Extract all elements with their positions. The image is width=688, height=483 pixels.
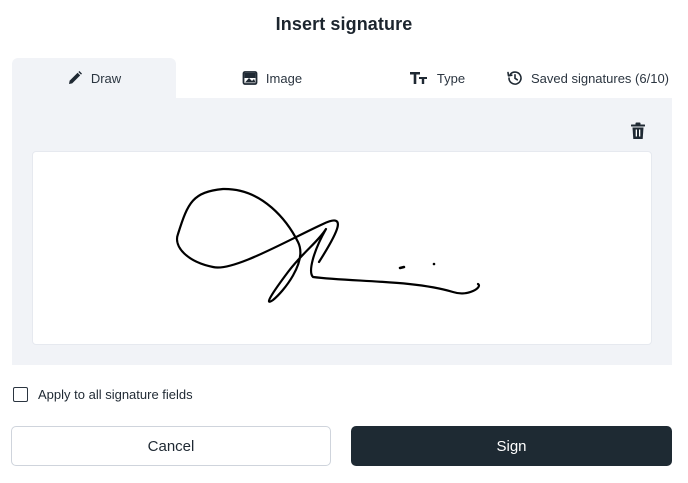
dialog-title: Insert signature (275, 14, 413, 34)
cancel-button[interactable]: Cancel (11, 426, 331, 466)
signature-canvas[interactable] (32, 151, 652, 345)
pencil-icon (67, 70, 83, 86)
apply-all-checkbox[interactable] (13, 387, 28, 402)
tab-type[interactable]: Type (382, 58, 492, 98)
apply-all-label: Apply to all signature fields (38, 387, 193, 402)
sign-button[interactable]: Sign (351, 426, 672, 466)
history-icon (507, 70, 523, 86)
apply-all-option[interactable]: Apply to all signature fields (13, 387, 193, 402)
tab-draw[interactable]: Draw (12, 58, 176, 98)
tab-image[interactable]: Image (212, 58, 332, 98)
tab-draw-label: Draw (90, 70, 122, 86)
signature-tabs: Draw Image Type Saved signatures (6/10) (12, 58, 672, 98)
tab-type-label: Type (436, 70, 466, 86)
trash-icon[interactable] (630, 122, 646, 140)
signature-drawing (175, 187, 481, 303)
image-icon (242, 70, 258, 86)
tab-image-label: Image (265, 70, 303, 86)
tab-saved-signatures-label: Saved signatures (6/10) (530, 70, 670, 86)
text-type-icon (409, 70, 429, 86)
tab-saved-signatures[interactable]: Saved signatures (6/10) (504, 58, 672, 98)
draw-panel (12, 98, 672, 365)
